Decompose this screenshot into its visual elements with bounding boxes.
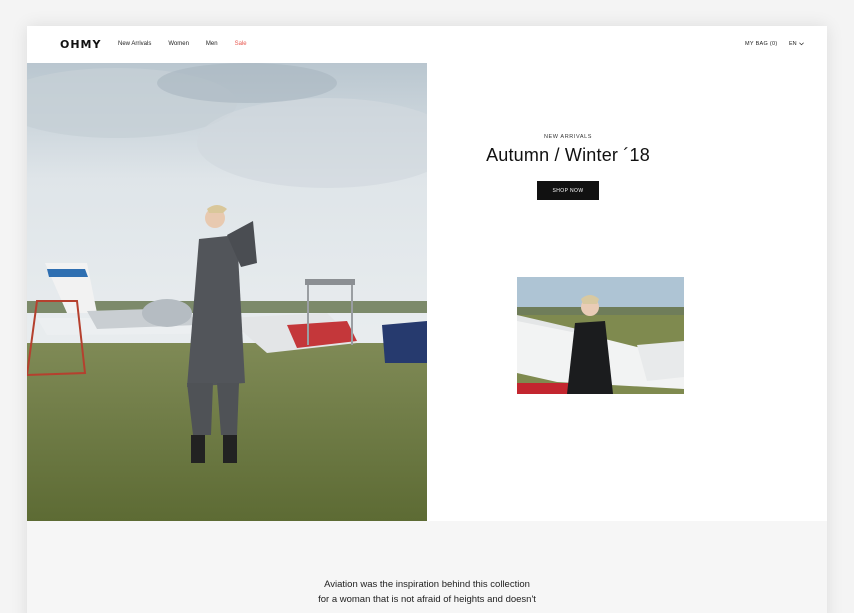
page-frame: OHMY New Arrivals Women Men Sale MY BAG …	[27, 26, 827, 613]
collection-description: Aviation was the inspiration behind this…	[227, 577, 627, 607]
nav-sale[interactable]: Sale	[235, 41, 247, 47]
site-header: OHMY New Arrivals Women Men Sale MY BAG …	[27, 26, 827, 63]
nav-women[interactable]: Women	[168, 41, 189, 47]
chevron-down-icon	[798, 42, 804, 46]
main-nav: New Arrivals Women Men Sale	[118, 41, 264, 47]
description-line-2: for a woman that is not afraid of height…	[318, 594, 536, 605]
language-label: EN	[789, 41, 797, 47]
about-collection-section: Aviation was the inspiration behind this…	[27, 521, 827, 613]
brand-logo[interactable]: OHMY	[60, 38, 101, 51]
hero-right-panel: NEW ARRIVALS Autumn / Winter ´18 SHOP NO…	[427, 63, 827, 521]
thumbnail-image[interactable]	[517, 277, 684, 394]
hero-image	[27, 63, 427, 521]
nav-new-arrivals[interactable]: New Arrivals	[118, 41, 151, 47]
language-selector[interactable]: EN	[789, 41, 804, 47]
hero-headline: Autumn / Winter ´18	[486, 145, 650, 165]
description-line-1: Aviation was the inspiration behind this…	[324, 579, 530, 590]
shop-now-button[interactable]: SHOP NOW	[537, 181, 599, 200]
nav-men[interactable]: Men	[206, 41, 218, 47]
hero-eyebrow: NEW ARRIVALS	[543, 134, 593, 140]
my-bag-link[interactable]: MY BAG (0)	[745, 41, 778, 47]
